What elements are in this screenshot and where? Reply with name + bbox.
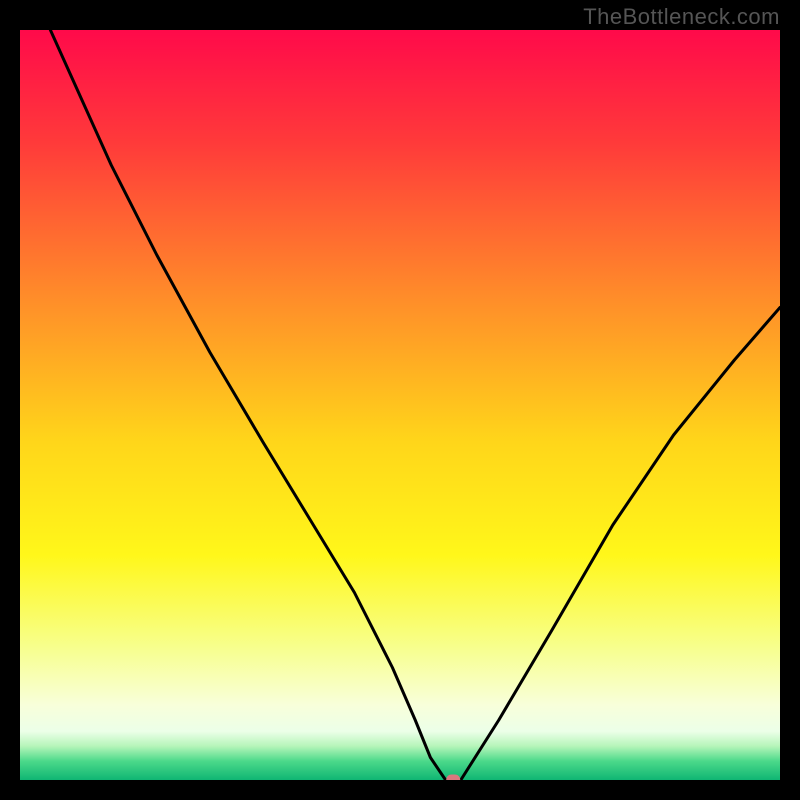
chart-frame: TheBottleneck.com xyxy=(0,0,800,800)
chart-plot-area xyxy=(20,30,780,780)
chart-svg xyxy=(20,30,780,780)
watermark-text: TheBottleneck.com xyxy=(583,4,780,30)
gradient-background xyxy=(20,30,780,780)
